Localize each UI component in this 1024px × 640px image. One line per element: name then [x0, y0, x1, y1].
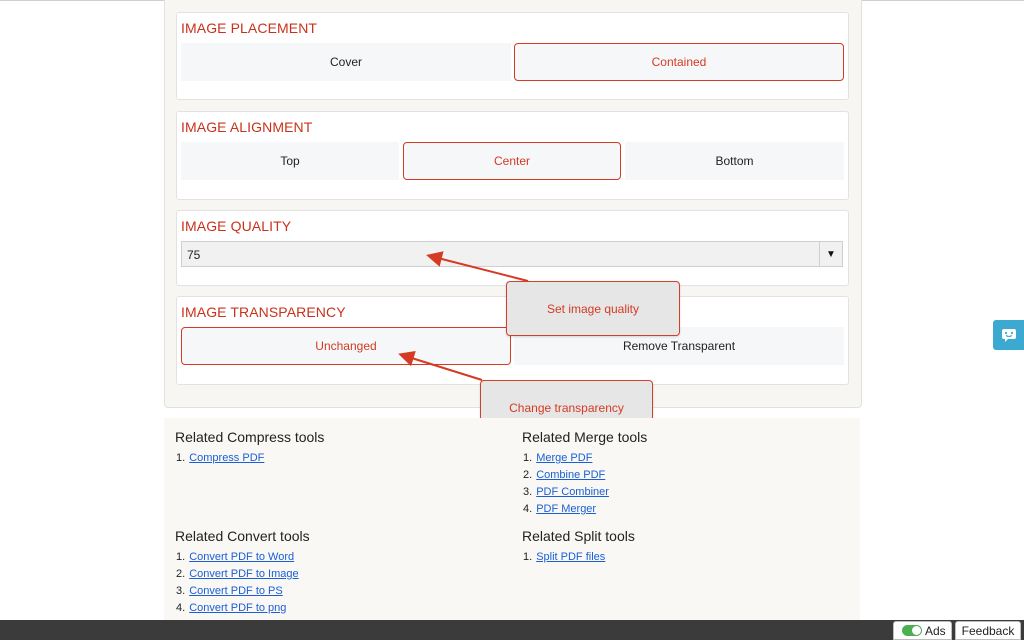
- feedback-button[interactable]: Feedback: [955, 621, 1021, 640]
- placement-cover-button[interactable]: Cover: [181, 43, 511, 81]
- bottom-bar: [0, 620, 1024, 640]
- quality-select-value: 75: [187, 248, 201, 262]
- alignment-center-button[interactable]: Center: [403, 142, 621, 180]
- image-quality-title: IMAGE QUALITY: [181, 218, 292, 234]
- list-item: 2. Convert PDF to Image: [176, 568, 299, 580]
- pdf-combiner-link[interactable]: PDF Combiner: [536, 486, 609, 498]
- chat-icon: [1001, 328, 1016, 342]
- list-item: 1. Split PDF files: [523, 551, 606, 563]
- list-item: 1. Compress PDF: [176, 452, 265, 464]
- list-item: 3. Convert PDF to PS: [176, 585, 283, 597]
- image-quality-card: IMAGE QUALITY 75 ▼: [176, 210, 849, 286]
- related-convert-title: Related Convert tools: [175, 528, 310, 544]
- related-tools-section: Related Compress tools 1. Compress PDF Re…: [164, 418, 860, 623]
- list-item: 4. PDF Merger: [523, 503, 597, 515]
- convert-pdf-to-png-link[interactable]: Convert PDF to png: [189, 602, 286, 614]
- convert-pdf-to-word-link[interactable]: Convert PDF to Word: [189, 551, 294, 563]
- image-alignment-title: IMAGE ALIGNMENT: [181, 119, 313, 135]
- compress-pdf-link[interactable]: Compress PDF: [189, 452, 264, 464]
- side-chat-widget[interactable]: [993, 320, 1024, 350]
- chevron-down-icon[interactable]: ▼: [819, 242, 842, 266]
- alignment-top-button[interactable]: Top: [181, 142, 399, 180]
- feedback-label: Feedback: [961, 623, 1015, 638]
- list-item: 1. Convert PDF to Word: [176, 551, 295, 563]
- list-item: 2. Combine PDF: [523, 469, 606, 481]
- toggle-switch-icon[interactable]: [902, 625, 922, 636]
- related-compress-title: Related Compress tools: [175, 429, 325, 445]
- pdf-merger-link[interactable]: PDF Merger: [536, 503, 596, 515]
- related-convert-list: 1. Convert PDF to Word 2. Convert PDF to I…: [176, 549, 299, 617]
- convert-pdf-to-image-link[interactable]: Convert PDF to Image: [189, 568, 298, 580]
- related-split-list: 1. Split PDF files: [523, 549, 605, 566]
- image-alignment-card: IMAGE ALIGNMENT Top Center Bottom: [176, 111, 849, 200]
- merge-pdf-link[interactable]: Merge PDF: [536, 452, 592, 464]
- split-pdf-files-link[interactable]: Split PDF files: [536, 551, 605, 563]
- related-compress-list: 1. Compress PDF: [176, 450, 264, 467]
- related-merge-title: Related Merge tools: [522, 429, 648, 445]
- quality-select[interactable]: 75 ▼: [181, 241, 843, 267]
- image-transparency-title: IMAGE TRANSPARENCY: [181, 304, 346, 320]
- list-item: 3. PDF Combiner: [523, 486, 609, 498]
- image-placement-title: IMAGE PLACEMENT: [181, 20, 318, 36]
- convert-pdf-to-ps-link[interactable]: Convert PDF to PS: [189, 585, 283, 597]
- ads-label: Ads: [925, 623, 946, 638]
- image-placement-card: IMAGE PLACEMENT Cover Contained: [176, 12, 849, 100]
- list-item: 1. Merge PDF: [523, 452, 593, 464]
- set-image-quality-callout: Set image quality: [506, 281, 680, 336]
- related-merge-list: 1. Merge PDF 2. Combine PDF 3. PDF Combiner…: [523, 450, 609, 518]
- combine-pdf-link[interactable]: Combine PDF: [536, 469, 605, 481]
- transparency-unchanged-button[interactable]: Unchanged: [181, 327, 511, 365]
- list-item: 4. Convert PDF to png: [176, 602, 287, 614]
- ads-toggle-chip[interactable]: Ads: [893, 621, 952, 640]
- related-split-title: Related Split tools: [522, 528, 635, 544]
- placement-contained-button[interactable]: Contained: [514, 43, 844, 81]
- alignment-bottom-button[interactable]: Bottom: [625, 142, 844, 180]
